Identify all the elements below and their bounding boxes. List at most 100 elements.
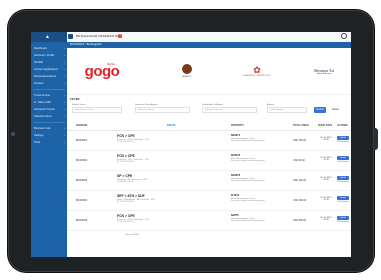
- camera-dot: [11, 132, 15, 136]
- details-button[interactable]: Details: [337, 216, 349, 220]
- property-cell: NJ0071 Marco Arrangement Tours Sea view,…: [231, 134, 291, 142]
- search-button[interactable]: Search: [314, 107, 326, 113]
- details-button[interactable]: Details: [337, 176, 349, 180]
- column-header-date[interactable]: BOOK DATE: [318, 124, 332, 127]
- sidebar-item-applications[interactable]: Account Applications ›: [31, 66, 67, 73]
- reset-button[interactable]: Reset: [332, 108, 339, 111]
- actions-cell: Details Edit Booking: [337, 216, 349, 223]
- property-code: NJ0073: [231, 174, 241, 177]
- user-avatar-icon[interactable]: [341, 33, 347, 39]
- details-button[interactable]: Details: [337, 136, 349, 140]
- table-row[interactable]: BK000001 FCN > CPE Fiumicino · FCO Charl…: [67, 131, 351, 151]
- edit-booking-link[interactable]: Edit Booking: [337, 201, 349, 203]
- actions-cell: Details Edit Booking: [337, 136, 349, 143]
- table-row[interactable]: BK000002 FCN > CPE Fiumicino · FCO Charl…: [67, 151, 351, 171]
- booking-id: BK000005: [76, 219, 88, 222]
- sidebar: Dashboard › Accounts / Profile › All Staff…: [31, 42, 67, 257]
- actions-cell: Details Edit Booking: [337, 156, 349, 163]
- edit-booking-link[interactable]: Edit Booking: [337, 161, 349, 163]
- column-header-price[interactable]: TOTAL PRICE: [293, 124, 309, 127]
- route-cell: FCN > CPE Fiumicino · FCO Charleston · C…: [117, 154, 227, 163]
- departure-select[interactable]: Select Departure: [135, 107, 190, 113]
- column-header-route[interactable]: ROUTE: [167, 124, 175, 127]
- total-price: USD 650.00: [293, 219, 307, 222]
- booking-id: BK000001: [76, 139, 88, 142]
- sidebar-item-label: Selection Items: [34, 115, 52, 118]
- tablet-frame: ▲ BETAHANGAR RESERVATION 4 Dashboard › Ac…: [8, 10, 378, 272]
- filter-destination: Destination To Airport Select Destinatio…: [202, 104, 257, 113]
- sidebar-item-travel[interactable]: Travel Access ›: [31, 92, 67, 99]
- notification-badge[interactable]: 4: [118, 34, 122, 38]
- sidebar-item-accounts[interactable]: Accounts / Profile ›: [31, 52, 67, 59]
- search-terms-input[interactable]: Keywords or Code: [72, 107, 122, 113]
- property-desc: Sea view, transfer and cooking class: [231, 160, 265, 162]
- route-date: 29 Jul 2017 10:35: [117, 201, 134, 203]
- apps-grid-icon[interactable]: [68, 34, 73, 39]
- chevron-right-icon: ›: [64, 107, 65, 111]
- sidebar-item-label: Settings: [34, 134, 44, 137]
- details-button[interactable]: Details: [337, 156, 349, 160]
- details-button[interactable]: Details: [337, 196, 349, 200]
- chevron-right-icon: ›: [64, 60, 65, 64]
- table-row[interactable]: BK000005 FCN > CPE Fiumicino · FCO Charl…: [67, 211, 351, 231]
- sidebar-item-settings[interactable]: Settings ›: [31, 132, 67, 139]
- sidebar-item-selection[interactable]: Selection Items ›: [31, 113, 67, 120]
- chevron-right-icon: ›: [64, 114, 65, 118]
- chevron-right-icon: ›: [64, 53, 65, 57]
- route-cell: FCN > CPE Fiumicino · FCO Charleston · C…: [117, 134, 227, 143]
- sidebar-item-dashboard[interactable]: Dashboard ›: [31, 45, 67, 52]
- property-cell: NJ0073 Marco Arrangement Tours Sea view,…: [231, 174, 291, 182]
- flower-logo-icon: ✿: [253, 64, 261, 75]
- property-code: NJ0071: [231, 134, 241, 137]
- route-codes: SP > CPE: [117, 174, 133, 178]
- table-header: BOOKING ROUTE PROPERTY TOTAL PRICE BOOK …: [67, 122, 351, 131]
- brand-gogo[interactable]: gogo flights: [79, 56, 125, 86]
- column-header-property[interactable]: PROPERTY: [231, 124, 244, 127]
- brand-marko[interactable]: MARKO: [172, 56, 202, 86]
- book-date: 12 Jul 2017 11:45: [320, 177, 332, 181]
- sidebar-divider: [33, 89, 65, 90]
- column-header-booking[interactable]: BOOKING: [76, 124, 87, 127]
- property-desc: Sea view, transfer and cooking class: [231, 180, 265, 182]
- bird-logo-icon: ▲: [45, 34, 50, 40]
- sidebar-item-sales[interactable]: E - Sales Staff ›: [31, 99, 67, 106]
- edit-booking-link[interactable]: Edit Booking: [337, 181, 349, 183]
- sidebar-item-label: Rental Agreements: [34, 75, 57, 78]
- sidebar-item-tools[interactable]: Tools ›: [31, 139, 67, 146]
- brand-harmony[interactable]: ✿ HARMONY VACATIONS: [237, 56, 277, 86]
- route-cell: SEF > ATH > SUF Seoul · SEF Athens · ATH…: [117, 194, 227, 203]
- booking-id: BK000002: [76, 159, 88, 162]
- sidebar-item-label: Travel Access: [34, 94, 51, 97]
- sidebar-item-panels[interactable]: Admission Panels ›: [31, 106, 67, 113]
- edit-booking-link[interactable]: Edit Booking: [337, 221, 349, 223]
- actions-cell: Details Edit Booking: [337, 176, 349, 183]
- sidebar-item-staff[interactable]: All Staff ›: [31, 59, 67, 66]
- filter-search-terms: Search Terms Keywords or Code: [72, 104, 122, 113]
- filter-panel: FILTER Search Terms Keywords or Code Dep…: [67, 94, 351, 123]
- route-cell: FCN > CPE Fiumicino · FCO Charleston · C…: [117, 214, 227, 223]
- sidebar-item-vendors[interactable]: Vendors ›: [31, 80, 67, 87]
- breadcrumb-text[interactable]: BOOKINGS > Bookings/list: [70, 43, 101, 46]
- table-row-partial: Lisbon LISTEN: [67, 231, 351, 250]
- brand-sheraton[interactable]: Sheraton Art Hotel & Resort: [303, 56, 345, 86]
- sidebar-item-business[interactable]: Business Cats ›: [31, 125, 67, 132]
- table-row[interactable]: BK000004 SEF > ATH > SUF Seoul · SEF Ath…: [67, 191, 351, 211]
- edit-booking-link[interactable]: Edit Booking: [337, 141, 349, 143]
- app-logo[interactable]: ▲: [31, 32, 67, 42]
- column-header-actions: ACTIONS: [337, 124, 348, 127]
- bookings-table: BOOKING ROUTE PROPERTY TOTAL PRICE BOOK …: [67, 122, 351, 257]
- sidebar-item-agreements[interactable]: Rental Agreements ›: [31, 73, 67, 80]
- property-desc: Sea view, transfer and cooking class: [231, 200, 265, 202]
- route-codes: FCN > CPE: [117, 214, 135, 218]
- sidebar-item-label: Accounts / Profile: [34, 54, 55, 57]
- seal-logo-icon: [182, 64, 192, 74]
- chevron-right-icon: ›: [64, 100, 65, 104]
- chevron-right-icon: ›: [64, 46, 65, 50]
- tablet-side-button: [374, 128, 378, 150]
- destination-select[interactable]: Select Destination: [202, 107, 257, 113]
- total-price: USD 750.00: [293, 139, 307, 142]
- total-price: USD 100.00: [293, 179, 307, 182]
- agency-select[interactable]: Select Agency: [267, 107, 307, 113]
- table-row[interactable]: BK000003 SP > CPE Shanghai · SP Charlest…: [67, 171, 351, 191]
- sidebar-item-label: Dashboard: [34, 47, 47, 50]
